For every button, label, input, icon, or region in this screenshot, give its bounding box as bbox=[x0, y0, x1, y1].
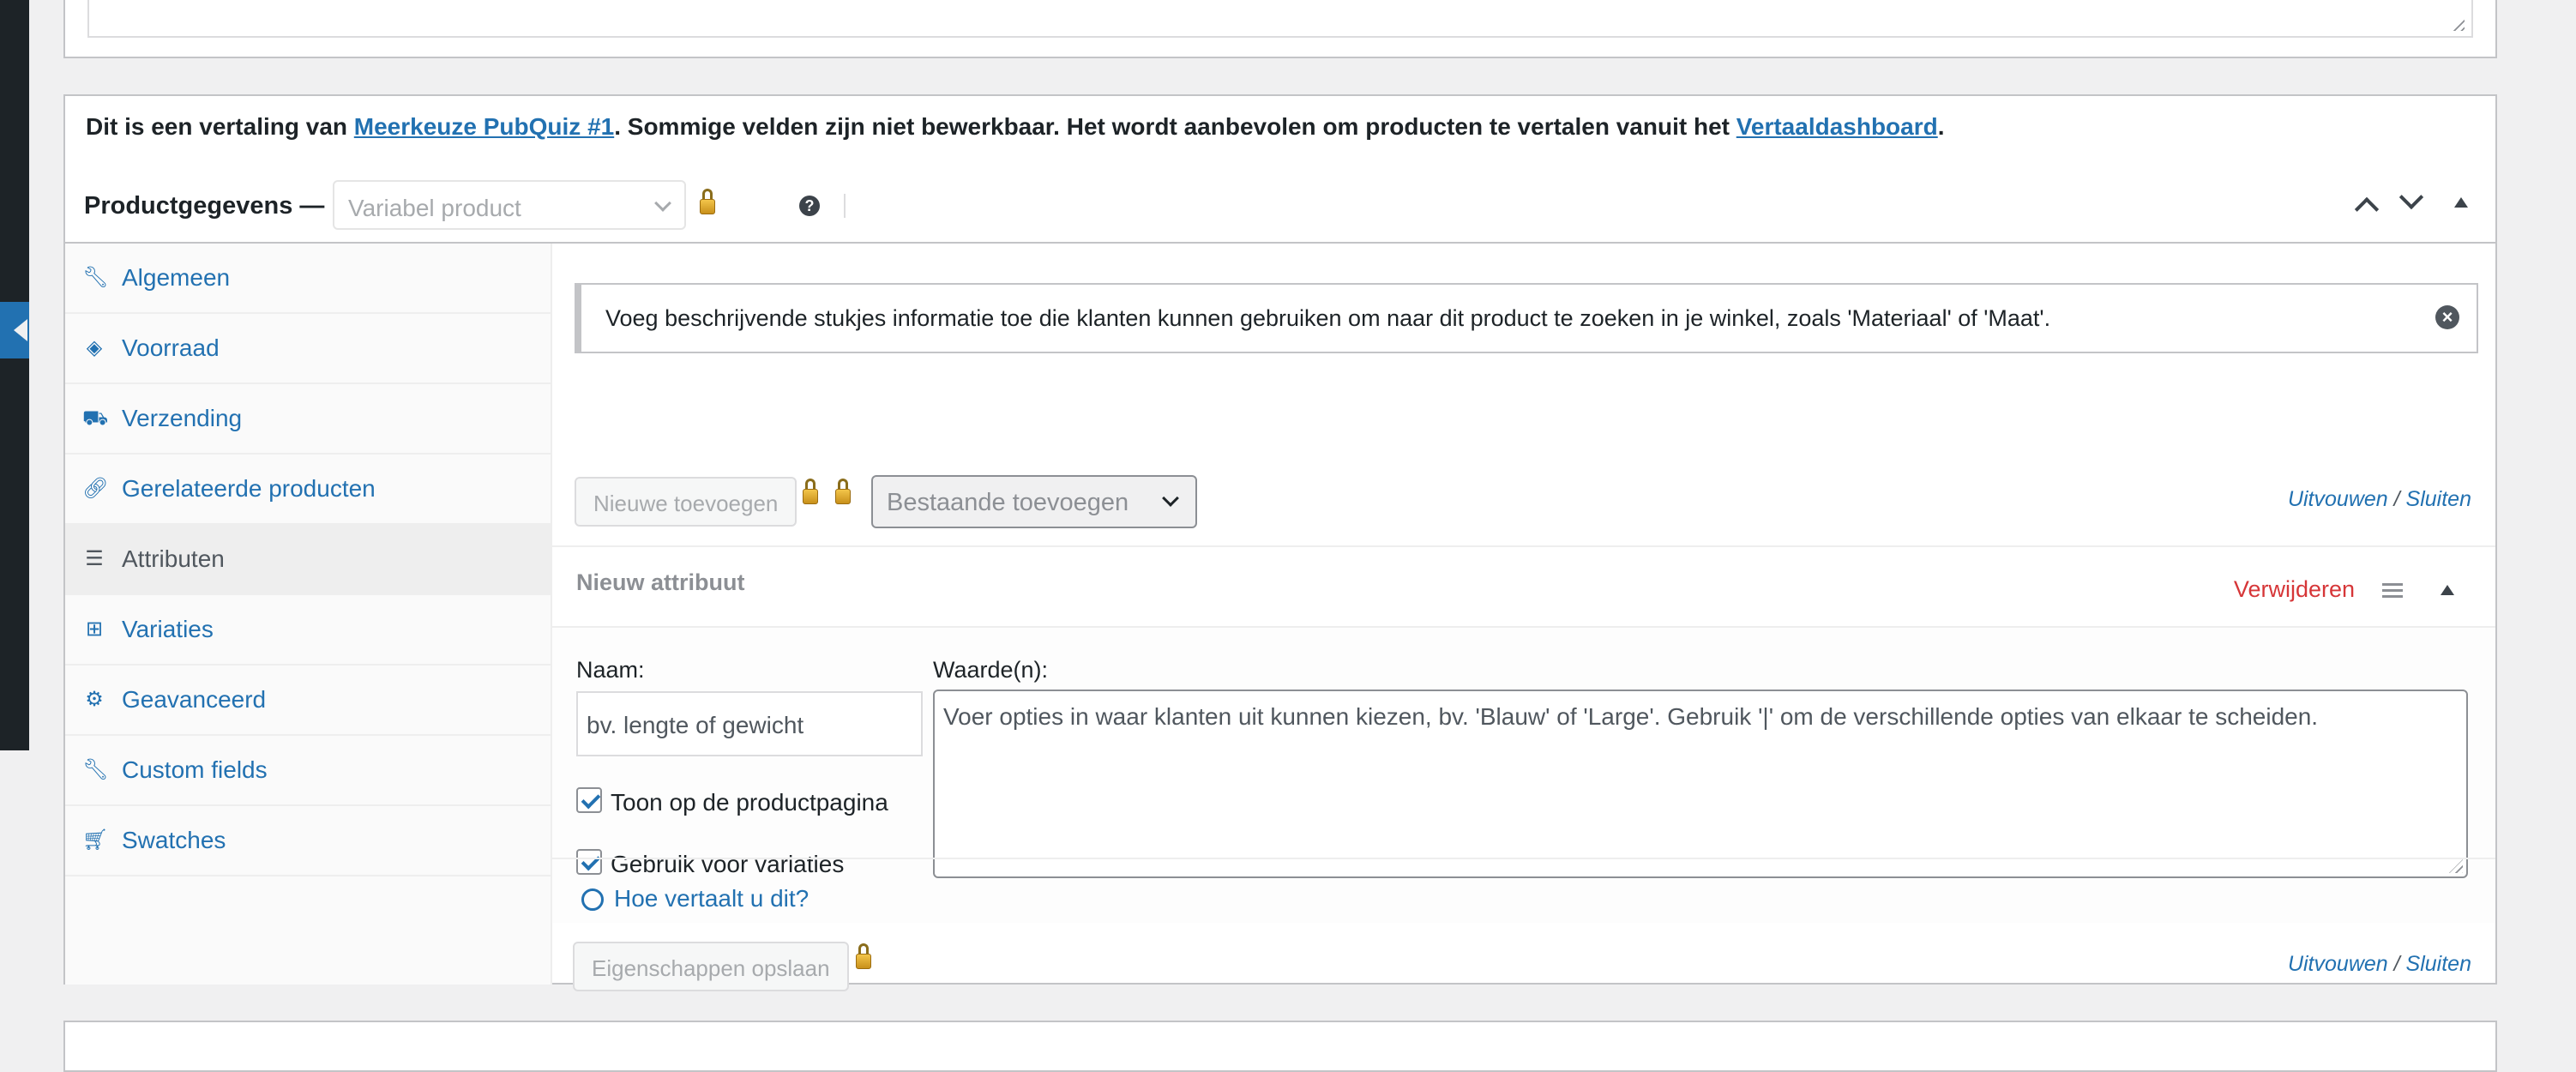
tab-variaties[interactable]: ⊞ Variaties bbox=[65, 595, 551, 665]
lock-icon bbox=[835, 479, 851, 504]
values-placeholder: Voer opties in waar klanten uit kunnen k… bbox=[943, 703, 2319, 730]
lock-icon bbox=[803, 479, 818, 504]
expand-link[interactable]: Uitvouwen bbox=[2288, 952, 2388, 976]
panel-controls bbox=[2341, 182, 2495, 225]
resize-handle-icon[interactable] bbox=[2449, 15, 2465, 31]
source-product-link[interactable]: Meerkeuze PubQuiz #1 bbox=[354, 113, 614, 140]
move-up-icon[interactable] bbox=[2354, 196, 2380, 222]
tab-voorraad[interactable]: ◈ Voorraad bbox=[65, 314, 551, 384]
translation-dashboard-link[interactable]: Vertaaldashboard bbox=[1736, 113, 1938, 140]
current-menu-indicator bbox=[0, 302, 29, 358]
tab-attributen[interactable]: ☰ Attributen bbox=[65, 525, 551, 595]
chevron-down-icon bbox=[1162, 490, 1179, 507]
expand-close-links: Uitvouwen / Sluiten bbox=[2288, 487, 2471, 512]
tag-icon: ◈ bbox=[86, 336, 103, 359]
attribute-values-textarea[interactable]: Voer opties in waar klanten uit kunnen k… bbox=[933, 690, 2468, 878]
product-type-select: Variabel product bbox=[333, 180, 686, 230]
existing-select-value: Bestaande toevoegen bbox=[887, 489, 1129, 516]
tab-verzending[interactable]: ⛟ Verzending bbox=[65, 384, 551, 455]
info-text: Voeg beschrijvende stukjes informatie to… bbox=[605, 305, 2051, 331]
tab-label: Swatches bbox=[122, 827, 226, 853]
tab-label: Algemeen bbox=[122, 264, 231, 291]
expand-close-links-bottom: Uitvouwen / Sluiten bbox=[2288, 952, 2471, 977]
add-new-attribute-button[interactable]: Nieuwe toevoegen bbox=[575, 477, 797, 527]
tab-label: Verzending bbox=[122, 405, 243, 431]
product-data-panel: Dit is een vertaling van Meerkeuze PubQu… bbox=[63, 94, 2497, 991]
attribute-name-input[interactable]: bv. lengte of gewicht bbox=[576, 691, 923, 756]
tab-gerelateerde-producten[interactable]: 🔗︎ Gerelateerde producten bbox=[65, 455, 551, 525]
name-label: Naam: bbox=[576, 657, 645, 683]
tab-swatches[interactable]: 🛒︎ Swatches bbox=[65, 806, 551, 876]
lock-icon bbox=[856, 943, 871, 969]
expand-link[interactable]: Uitvouwen bbox=[2288, 487, 2388, 511]
link-separator: / bbox=[2393, 487, 2400, 511]
tab-label: Voorraad bbox=[122, 334, 220, 361]
translation-notice: Dit is een vertaling van Meerkeuze PubQu… bbox=[86, 113, 1945, 141]
grid-icon: ⊞ bbox=[85, 617, 104, 641]
lock-icon bbox=[700, 189, 715, 214]
link-icon: 🔗︎ bbox=[82, 477, 109, 500]
save-attributes-button[interactable]: Eigenschappen opslaan bbox=[573, 942, 849, 991]
cart-icon: 🛒︎ bbox=[82, 828, 109, 852]
product-data-header: Productgegevens — Variabel product ? bbox=[65, 165, 2495, 244]
tab-label: Custom fields bbox=[122, 756, 268, 783]
next-panel bbox=[63, 1021, 2497, 1072]
move-down-icon[interactable] bbox=[2398, 184, 2424, 210]
help-link-text: Hoe vertaalt u dit? bbox=[614, 885, 810, 912]
link-separator: / bbox=[2393, 952, 2400, 976]
help-bubble-icon bbox=[581, 888, 604, 911]
header-divider bbox=[844, 194, 846, 218]
description-panel bbox=[63, 0, 2497, 58]
name-placeholder: bv. lengte of gewicht bbox=[587, 712, 804, 738]
notice-middle: . Sommige velden zijn niet bewerkbaar. H… bbox=[614, 113, 1736, 140]
description-textarea[interactable] bbox=[87, 0, 2473, 38]
existing-attribute-select[interactable]: Bestaande toevoegen bbox=[871, 475, 1197, 528]
how-to-translate-link[interactable]: Hoe vertaalt u dit? bbox=[581, 885, 809, 912]
tab-label: Gerelateerde producten bbox=[122, 475, 376, 502]
tab-label: Attributen bbox=[122, 545, 225, 572]
remove-attribute-link[interactable]: Verwijderen bbox=[2234, 576, 2355, 603]
wrench-icon: 🔧︎ bbox=[82, 266, 109, 289]
wrench-icon: 🔧︎ bbox=[82, 758, 109, 781]
values-label: Waarde(n): bbox=[933, 657, 1049, 683]
help-icon[interactable]: ? bbox=[799, 196, 820, 216]
collapse-attribute-icon[interactable] bbox=[2441, 585, 2454, 595]
drag-handle-icon[interactable] bbox=[2382, 583, 2403, 599]
list-icon: ☰ bbox=[85, 547, 104, 570]
gear-icon: ⚙︎ bbox=[85, 688, 104, 711]
product-type-value: Variabel product bbox=[348, 195, 521, 221]
product-data-label: Productgegevens — bbox=[84, 192, 325, 220]
product-data-tabs: 🔧︎ Algemeen ◈ Voorraad ⛟ Verzending 🔗︎ Gerel… bbox=[65, 244, 552, 985]
truck-icon: ⛟ bbox=[82, 407, 109, 430]
visible-checkbox-label: Toon op de productpagina bbox=[611, 789, 888, 816]
close-icon[interactable]: × bbox=[2435, 305, 2459, 329]
translation-help-row: Hoe vertaalt u dit? bbox=[552, 858, 2495, 930]
notice-prefix: Dit is een vertaling van bbox=[86, 113, 354, 140]
notice-suffix: . bbox=[1937, 113, 1945, 140]
collapse-toggle-icon[interactable] bbox=[2454, 197, 2468, 208]
admin-menu-strip bbox=[0, 0, 29, 750]
attributes-info-notice: Voeg beschrijvende stukjes informatie to… bbox=[575, 283, 2478, 353]
tab-custom-fields[interactable]: 🔧︎ Custom fields bbox=[65, 736, 551, 806]
attribute-title[interactable]: Nieuw attribuut bbox=[576, 569, 745, 596]
tab-geavanceerd[interactable]: ⚙︎ Geavanceerd bbox=[65, 665, 551, 736]
chevron-down-icon bbox=[654, 195, 671, 212]
close-link[interactable]: Sluiten bbox=[2406, 487, 2471, 511]
visible-on-product-page-checkbox[interactable] bbox=[576, 787, 602, 813]
close-link[interactable]: Sluiten bbox=[2406, 952, 2471, 976]
tab-algemeen[interactable]: 🔧︎ Algemeen bbox=[65, 244, 551, 314]
tab-label: Variaties bbox=[122, 616, 214, 642]
tab-label: Geavanceerd bbox=[122, 686, 267, 713]
